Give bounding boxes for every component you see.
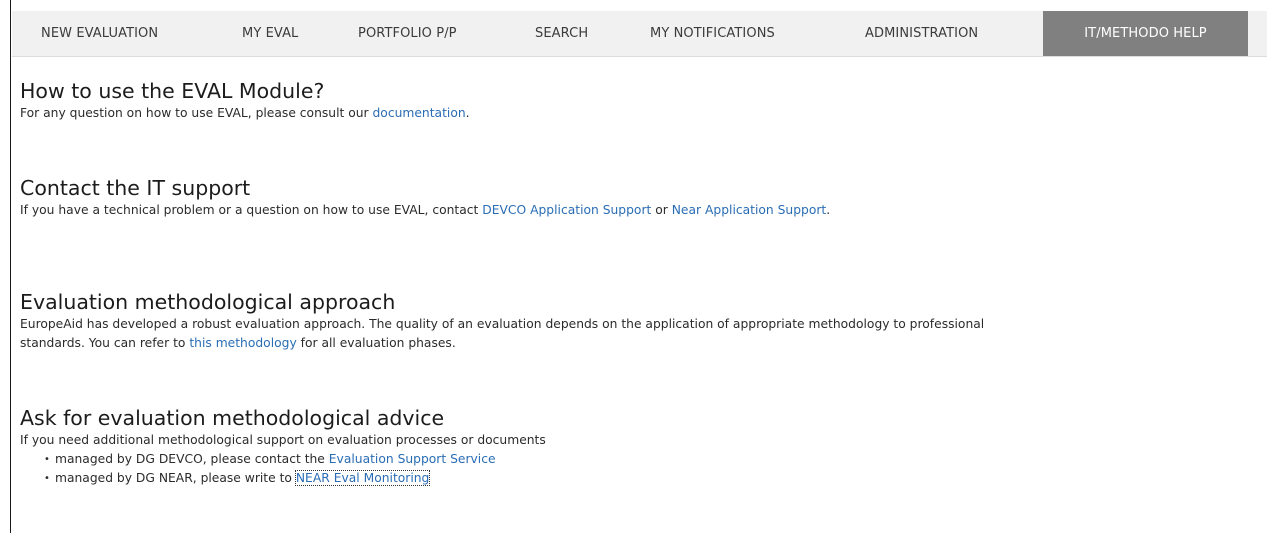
section-methodological-advice: Ask for evaluation methodological advice…: [20, 405, 546, 488]
page-frame: NEW EVALUATION MY EVAL PORTFOLIO P/P SEA…: [10, 0, 1267, 533]
evaluation-support-service-link[interactable]: Evaluation Support Service: [329, 452, 496, 466]
nav-new-evaluation[interactable]: NEW EVALUATION: [41, 11, 158, 56]
bullet-icon: •: [44, 473, 50, 484]
section-methodological-approach: Evaluation methodological approach Europ…: [20, 289, 1040, 353]
nav-portfolio[interactable]: PORTFOLIO P/P: [358, 11, 457, 56]
section-title: Contact the IT support: [20, 176, 251, 200]
section-contact-it-support: Contact the IT support If you have a tec…: [20, 175, 1020, 220]
nav-my-notifications[interactable]: MY NOTIFICATIONS: [650, 11, 775, 56]
nav-it-methodo-help[interactable]: IT/METHODO HELP: [1043, 11, 1248, 56]
documentation-link[interactable]: documentation: [373, 106, 466, 120]
devco-application-support-link[interactable]: DEVCO Application Support: [482, 203, 651, 217]
near-application-support-link[interactable]: Near Application Support: [672, 203, 827, 217]
list-item: • managed by DG DEVCO, please contact th…: [20, 450, 546, 469]
section-how-to-use: How to use the EVAL Module? For any ques…: [20, 78, 470, 123]
nav-my-eval[interactable]: MY EVAL: [242, 11, 298, 56]
advice-list: • managed by DG DEVCO, please contact th…: [20, 450, 546, 488]
section-title: How to use the EVAL Module?: [20, 79, 325, 103]
section-text: For any question on how to use EVAL, ple…: [20, 106, 470, 120]
bullet-icon: •: [44, 454, 50, 465]
near-eval-monitoring-link[interactable]: NEAR Eval Monitoring: [294, 470, 431, 486]
nav-search[interactable]: SEARCH: [535, 11, 588, 56]
section-text: EuropeAid has developed a robust evaluat…: [20, 317, 985, 350]
section-text: If you have a technical problem or a que…: [20, 203, 831, 217]
section-title: Evaluation methodological approach: [20, 290, 396, 314]
main-navbar: NEW EVALUATION MY EVAL PORTFOLIO P/P SEA…: [12, 11, 1267, 57]
this-methodology-link[interactable]: this methodology: [189, 336, 296, 350]
section-title: Ask for evaluation methodological advice: [20, 406, 445, 430]
section-intro: If you need additional methodological su…: [20, 433, 546, 447]
list-item: • managed by DG NEAR, please write to NE…: [20, 469, 546, 488]
nav-administration[interactable]: ADMINISTRATION: [865, 11, 978, 56]
